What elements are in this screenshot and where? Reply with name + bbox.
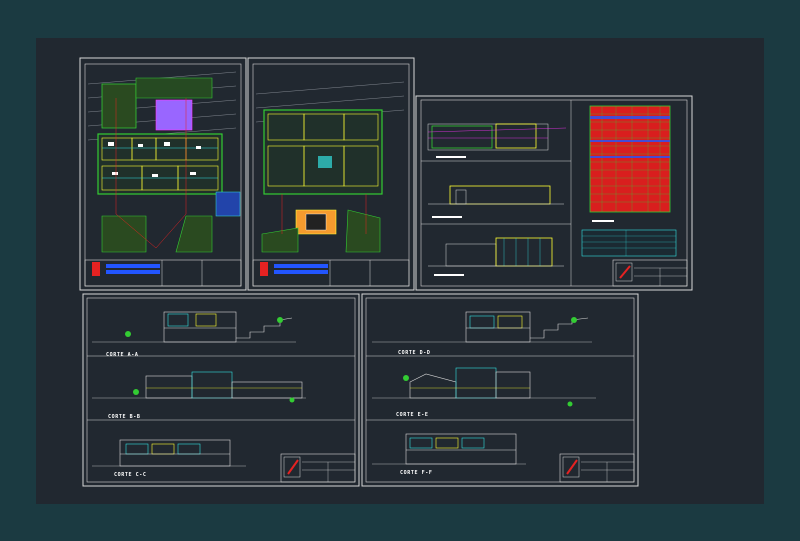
- section-label-a: CORTE A-A: [106, 352, 139, 358]
- section-d-d: CORTE D-D: [372, 311, 592, 356]
- section-f-f: CORTE F-F: [372, 433, 526, 476]
- elevation-3: [428, 237, 564, 276]
- title-block: [280, 453, 356, 483]
- plan-sheet-1[interactable]: [79, 57, 247, 291]
- plan-sheet-2[interactable]: [247, 57, 415, 291]
- title-block: [84, 259, 242, 287]
- door-window-schedule: [589, 105, 671, 222]
- sections-sheet-right[interactable]: CORTE D-D CORTE E-E CORTE F-F: [361, 293, 639, 487]
- section-label-e: CORTE E-E: [396, 412, 429, 418]
- sections-sheet-left[interactable]: CORTE A-A CORTE B-B CORTE C-C: [82, 293, 360, 487]
- elevations-sheet[interactable]: [415, 95, 693, 291]
- title-block: [559, 453, 635, 483]
- section-a-a: CORTE A-A: [92, 311, 296, 358]
- section-label-f: CORTE F-F: [400, 470, 433, 476]
- cad-model-space[interactable]: CORTE A-A CORTE B-B CORTE C-C CORTE D-D …: [36, 38, 764, 504]
- title-block: [612, 259, 688, 287]
- section-b-b: CORTE B-B: [92, 371, 306, 420]
- elevation-2: [428, 185, 564, 218]
- legend-table: [581, 229, 677, 257]
- section-c-c: CORTE C-C: [92, 439, 246, 478]
- drawing-canvas[interactable]: CORTE A-A CORTE B-B CORTE C-C CORTE D-D …: [36, 38, 764, 504]
- section-label-d: CORTE D-D: [398, 350, 431, 356]
- section-label-c: CORTE C-C: [114, 472, 147, 478]
- section-label-b: CORTE B-B: [108, 414, 141, 420]
- section-e-e: CORTE E-E: [372, 367, 596, 418]
- elevation-1: [427, 123, 567, 158]
- title-block: [252, 259, 410, 287]
